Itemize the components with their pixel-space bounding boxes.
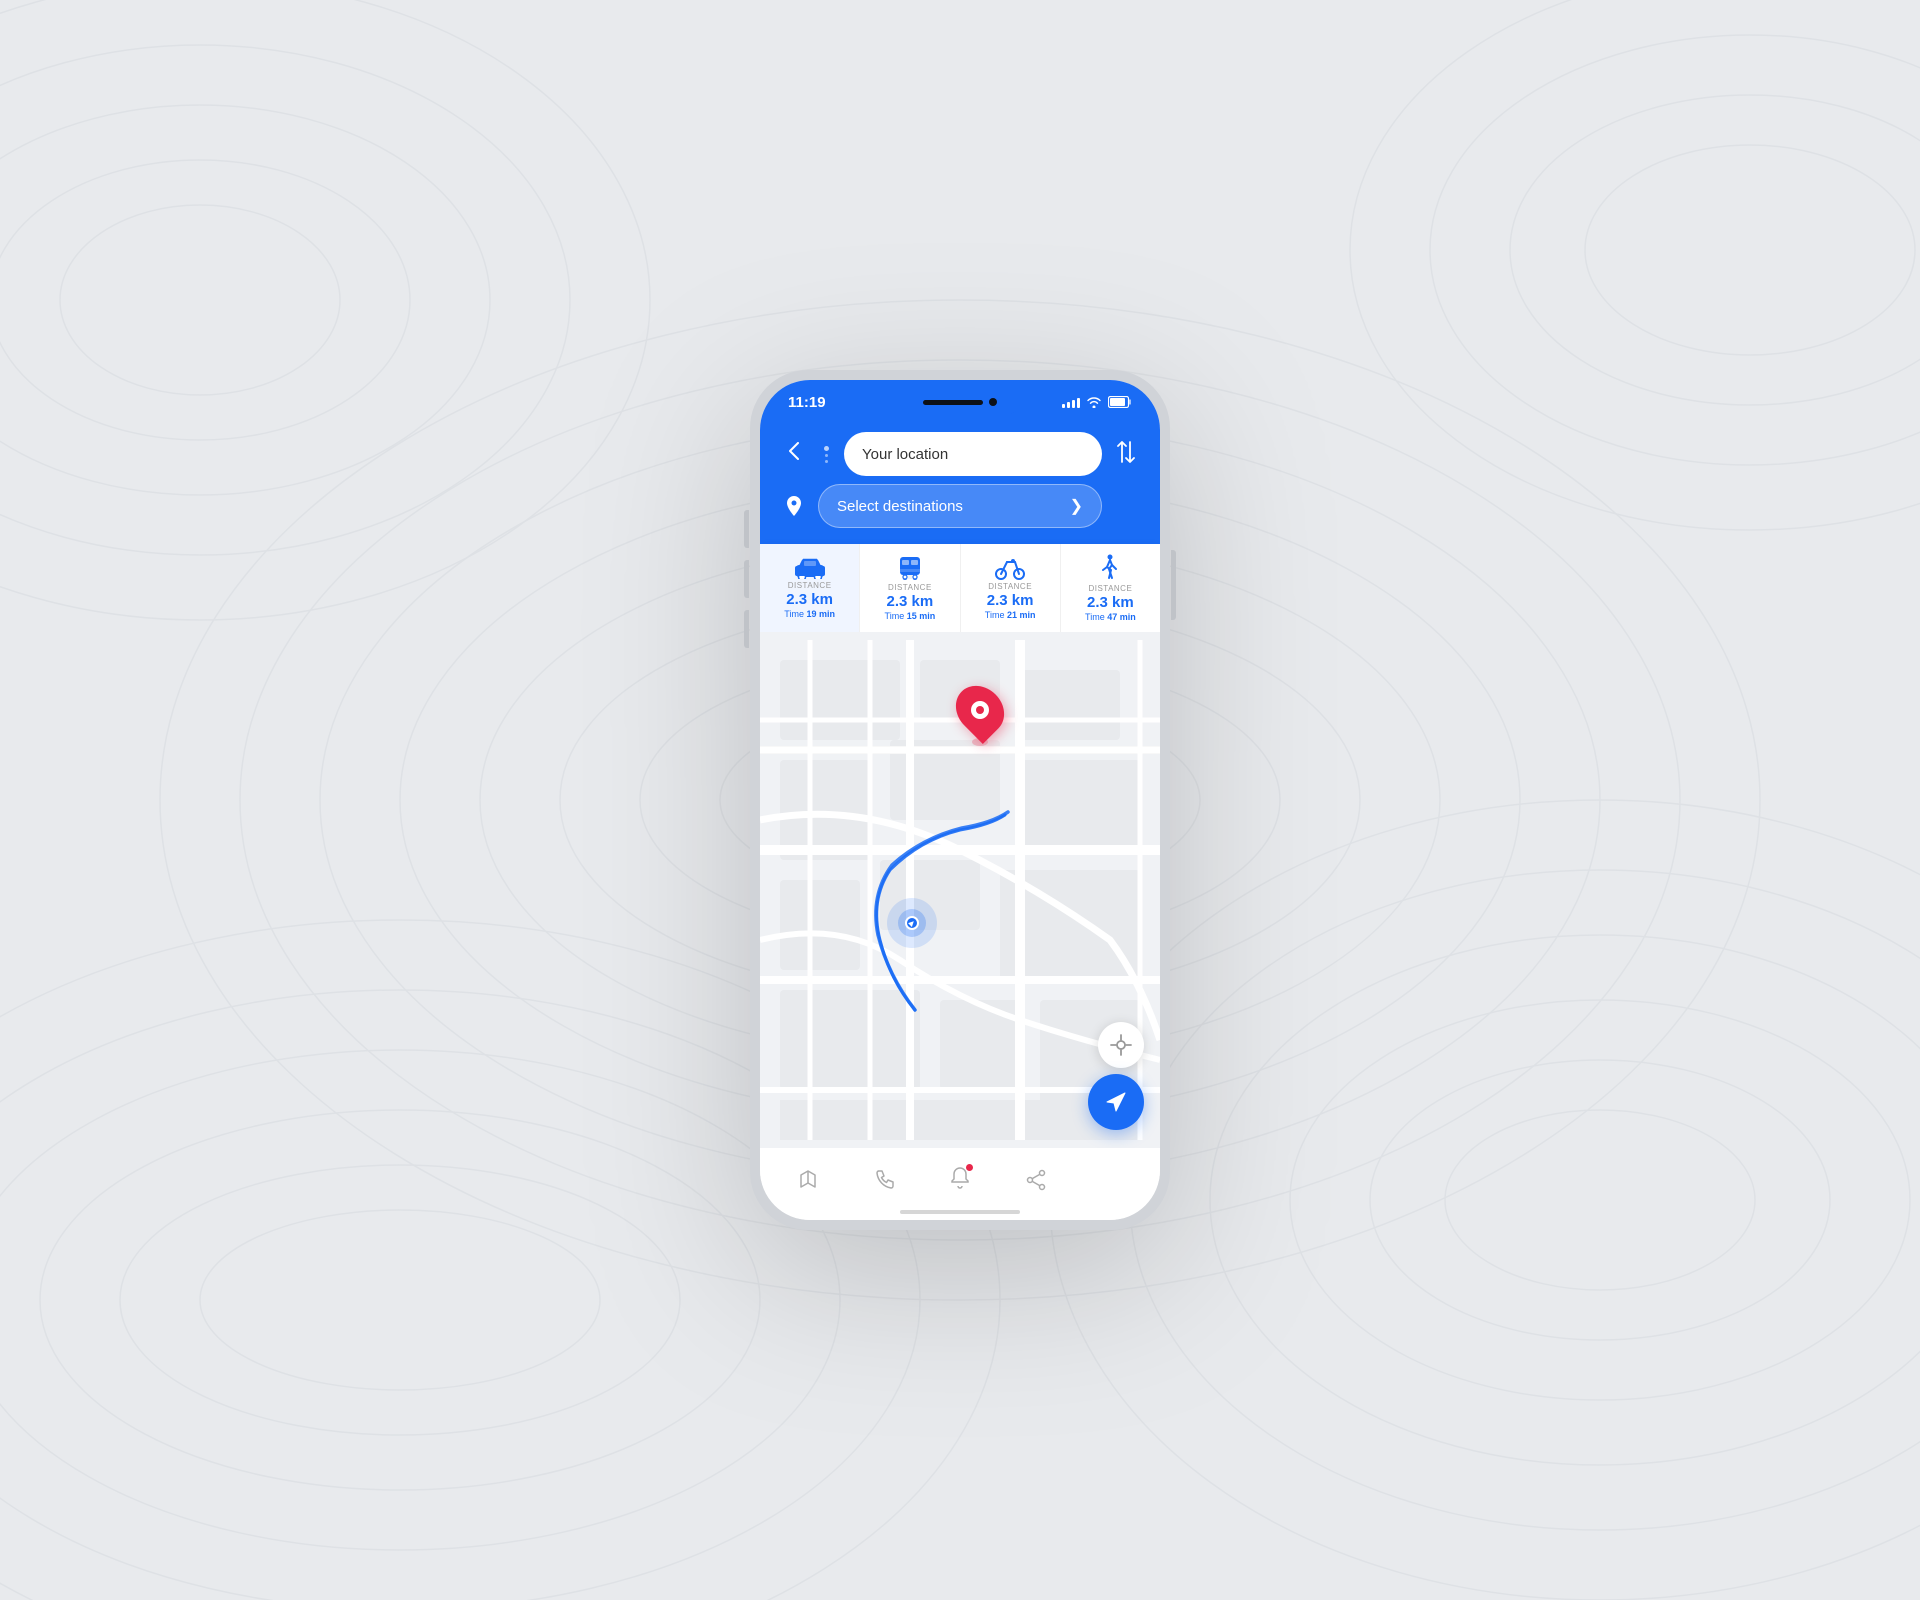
notch-bar	[923, 400, 983, 405]
home-indicator	[900, 1210, 1020, 1214]
pin-icon	[786, 496, 802, 516]
car-distance-value: 2.3 km	[786, 592, 833, 607]
nav-item-map[interactable]	[770, 1148, 846, 1212]
transport-bar: Distance 2.3 km Time 19 min	[760, 544, 1160, 632]
notch	[900, 390, 1020, 414]
destination-input[interactable]: Select destinations ❯	[818, 484, 1102, 528]
transport-item-bus[interactable]: Distance 2.3 km Time 15 min	[860, 544, 960, 632]
nav-item-share[interactable]	[998, 1148, 1074, 1212]
transport-item-bike[interactable]: Distance 2.3 km Time 21 min	[961, 544, 1061, 632]
car-distance-label: Distance	[788, 581, 832, 590]
bus-time: Time 15 min	[885, 611, 936, 621]
navigate-button[interactable]	[1088, 1074, 1144, 1130]
back-button[interactable]	[780, 442, 808, 466]
current-location-marker: ▶	[887, 898, 937, 948]
nav-item-notifications[interactable]	[922, 1148, 998, 1212]
swap-button[interactable]	[1112, 441, 1140, 468]
phone-nav-icon	[874, 1170, 894, 1190]
signal-icon	[1062, 396, 1080, 408]
destination-row: Select destinations ❯	[780, 484, 1140, 528]
status-time: 11:19	[788, 394, 826, 411]
location-pulse: ▶	[887, 898, 937, 948]
notch-dot	[989, 398, 997, 406]
location-dot: ▶	[905, 916, 919, 930]
bike-time: Time 21 min	[985, 610, 1036, 620]
bike-distance-label: Distance	[988, 582, 1032, 591]
locate-button[interactable]	[1098, 1022, 1144, 1068]
your-location-input[interactable]: Your location	[844, 432, 1102, 476]
bus-distance-value: 2.3 km	[887, 594, 934, 609]
bus-distance-label: Distance	[888, 583, 932, 592]
app-header: Your location	[760, 424, 1160, 544]
battery-icon	[1108, 396, 1132, 408]
status-bar: 11:19	[760, 380, 1160, 424]
car-icon	[794, 557, 826, 579]
bus-icon	[897, 555, 923, 581]
chevron-right-icon: ❯	[1070, 496, 1083, 516]
bike-icon	[995, 556, 1025, 580]
phone-mockup: 11:19	[750, 370, 1170, 1230]
bike-distance-value: 2.3 km	[987, 593, 1034, 608]
map-area[interactable]: ▶	[760, 632, 1160, 1148]
nav-item-navigate-space	[1074, 1148, 1150, 1212]
destination-text: Select destinations	[837, 498, 963, 515]
car-time: Time 19 min	[784, 609, 835, 619]
transport-item-car[interactable]: Distance 2.3 km Time 19 min	[760, 544, 860, 632]
phone-frame: 11:19	[750, 370, 1170, 1230]
crosshair-icon	[1110, 1034, 1132, 1056]
status-icons	[1062, 396, 1132, 408]
pin-center	[976, 706, 984, 714]
wifi-icon	[1086, 396, 1102, 408]
map-nav-icon	[797, 1169, 819, 1191]
phone-screen: 11:19	[760, 380, 1160, 1220]
walk-distance-value: 2.3 km	[1087, 595, 1134, 610]
navigate-icon	[1104, 1090, 1128, 1114]
location-row: Your location	[780, 432, 1140, 476]
walk-icon	[1099, 554, 1121, 582]
notification-badge	[966, 1164, 973, 1171]
nav-item-phone[interactable]	[846, 1148, 922, 1212]
share-icon	[1026, 1169, 1046, 1191]
location-inner: ▶	[898, 909, 926, 937]
walk-distance-label: Distance	[1088, 584, 1132, 593]
destination-pin	[958, 684, 1002, 746]
transport-item-walk[interactable]: Distance 2.3 km Time 47 min	[1061, 544, 1160, 632]
walk-time: Time 47 min	[1085, 612, 1136, 622]
pin-inner-dot	[971, 701, 989, 719]
notif-wrapper	[950, 1167, 970, 1194]
your-location-text: Your location	[862, 446, 948, 463]
